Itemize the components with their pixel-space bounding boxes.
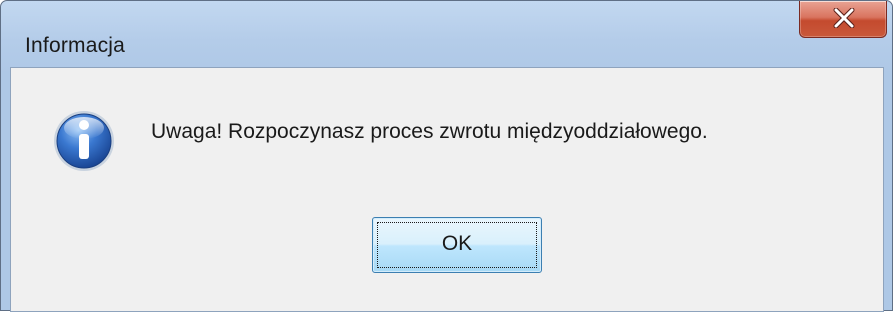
ok-button[interactable]: OK <box>372 217 542 273</box>
window-title: Informacja <box>25 34 126 57</box>
info-icon <box>54 111 114 171</box>
dialog-window: Informacja Uwaga! Rozpoczynasz proces zw… <box>0 0 893 312</box>
ok-button-label: OK <box>441 232 473 255</box>
dialog-body: Uwaga! Rozpoczynasz proces zwrotu między… <box>10 67 884 312</box>
close-button[interactable] <box>799 1 887 38</box>
message-text: Uwaga! Rozpoczynasz proces zwrotu między… <box>151 120 708 143</box>
title-bar[interactable]: Informacja <box>1 1 892 67</box>
close-icon <box>833 8 855 28</box>
